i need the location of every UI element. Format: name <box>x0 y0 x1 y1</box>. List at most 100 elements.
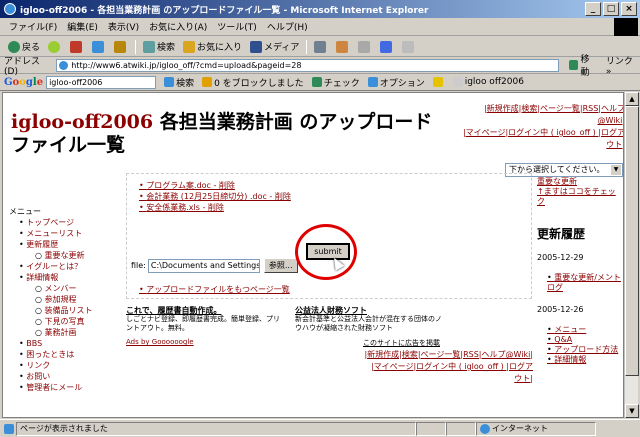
file-item[interactable]: プログラム案.doc - 削除 <box>139 180 291 191</box>
left-menu-subitem[interactable]: 参加規程 <box>9 294 121 305</box>
home-button[interactable] <box>110 40 132 53</box>
left-menu-item[interactable]: メニューリスト <box>9 228 121 239</box>
home-icon <box>114 40 127 53</box>
address-input[interactable]: http://www6.atwiki.jp/igloo_off/?cmd=upl… <box>56 58 559 72</box>
ad-title[interactable]: 公益法人財務ソフト <box>295 306 445 315</box>
left-menu-item[interactable]: お問い <box>9 371 121 382</box>
bottom-nav-line2[interactable]: |マイページ|ログイン中 ( igloo_off ) |ログアウト| <box>363 361 533 385</box>
stop-button[interactable] <box>66 40 88 53</box>
left-menu-header: メニュー <box>9 207 41 216</box>
chevron-down-icon[interactable]: ▼ <box>610 164 622 176</box>
left-menu-item[interactable]: トップページ <box>9 217 121 228</box>
history-item[interactable]: アップロード方法 <box>537 345 623 355</box>
ad-body: 新会計基準と公益法人会計が混在する団体のノウハウが凝縮された財務ソフト <box>295 315 442 332</box>
history-date: 2005-12-29 <box>537 253 584 262</box>
minimize-button[interactable]: _ <box>585 2 601 16</box>
file-path-input[interactable]: C:\Documents and Settings <box>147 258 260 273</box>
search-button[interactable]: 検索 <box>139 40 179 53</box>
close-button[interactable]: × <box>621 2 637 16</box>
left-menu-subitem[interactable]: 業務計画 <box>9 327 121 338</box>
back-label: 戻る <box>22 43 41 53</box>
zone-pane: インターネット <box>476 421 596 436</box>
left-menu-item[interactable]: BBS <box>9 338 121 349</box>
history-item[interactable]: 重要な更新/メントログ <box>537 273 623 293</box>
page-icon <box>4 423 14 434</box>
check-here-link[interactable]: ↑ますはココをチェック <box>537 187 623 207</box>
history-item[interactable]: メニュー <box>537 325 623 335</box>
file-item[interactable]: 会計業務 (12月25日締切分) .doc - 削除 <box>139 191 291 202</box>
options-button[interactable]: オプション <box>364 76 429 89</box>
left-menu-item[interactable]: 詳細情報 <box>9 272 121 283</box>
file-item[interactable]: 安全係業務.xls - 削除 <box>139 202 291 213</box>
history-item[interactable]: 詳細情報 <box>537 355 623 365</box>
print-button[interactable] <box>354 40 376 53</box>
mail-button[interactable] <box>332 40 354 53</box>
spellcheck-button[interactable]: チェック <box>308 76 364 89</box>
upload-form: file: C:\Documents and Settings 参照... <box>131 258 298 273</box>
left-menu-subitem[interactable]: メンバー <box>9 283 121 294</box>
scroll-up-icon[interactable]: ▲ <box>625 92 639 106</box>
browse-button[interactable]: 参照... <box>263 258 298 273</box>
top-nav-line1[interactable]: |新規作成|検索|ページ一覧|RSS|ヘルプ@Wiki| <box>459 103 623 127</box>
favorites-label: お気に入り <box>197 43 243 53</box>
scroll-thumb[interactable] <box>625 106 639 376</box>
history-button[interactable] <box>310 40 332 53</box>
left-menu-item[interactable]: リンク <box>9 360 121 371</box>
menu-tools[interactable]: ツール(T) <box>212 20 262 33</box>
maximize-button[interactable]: □ <box>603 2 619 16</box>
ad-block-1: これで、履歴書自動作成。 しごとナビ登録、即履歴書完成。簡単登録、プリントアウト… <box>126 306 286 333</box>
ads-by-google-link[interactable]: Ads by Goooooogle <box>126 338 194 346</box>
ie-icon <box>4 3 16 15</box>
vertical-scrollbar[interactable]: ▲ ▼ <box>624 92 639 418</box>
back-button[interactable]: 戻る <box>4 40 44 53</box>
left-menu-subitem[interactable]: 下見の写真 <box>9 316 121 327</box>
check-label: チェック <box>323 78 360 89</box>
discuss-button[interactable] <box>398 40 420 53</box>
site-brand[interactable]: igloo-off2006 <box>11 111 153 133</box>
upload-pages-link[interactable]: アップロードファイルをもつページ一覧 <box>139 284 290 295</box>
update-history-heading: 更新履歴 <box>537 227 586 241</box>
status-text: ページが表示されました <box>16 421 416 436</box>
menu-file[interactable]: ファイル(F) <box>4 20 62 33</box>
scroll-down-icon[interactable]: ▼ <box>625 404 639 418</box>
favorites-button[interactable]: お気に入り <box>179 40 246 53</box>
page-viewport: igloo-off2006 各担当業務計画 のアップロードファイル一覧 |新規作… <box>2 92 624 418</box>
menu-view[interactable]: 表示(V) <box>103 20 144 33</box>
submit-button[interactable]: submit <box>306 243 350 260</box>
left-menu-subitem[interactable]: 重要な更新 <box>9 250 121 261</box>
file-list: プログラム案.doc - 削除 会計業務 (12月25日締切分) .doc - … <box>139 180 291 213</box>
history-item[interactable]: Q&A <box>537 335 623 345</box>
edit-button[interactable] <box>376 40 398 53</box>
ad-title[interactable]: これで、履歴書自動作成。 <box>126 306 286 315</box>
ad-block-2: 公益法人財務ソフト 新会計基準と公益法人会計が混在する団体のノウハウが凝縮された… <box>295 306 445 333</box>
forward-button[interactable] <box>44 40 66 53</box>
address-bar: アドレス(D) http://www6.atwiki.jp/igloo_off/… <box>0 55 640 78</box>
refresh-button[interactable] <box>88 40 110 53</box>
highlight-button[interactable] <box>429 77 449 87</box>
left-menu-item[interactable]: 困ったときは <box>9 349 121 360</box>
page-title: igloo-off2006 各担当業務計画 のアップロードファイル一覧 <box>11 111 451 157</box>
google-toolbar: Google igloo-off2006 検索 0 をブロックしました チェック… <box>0 74 640 91</box>
options-label: オプション <box>379 78 425 89</box>
ad-placement-link[interactable]: このサイトに広告を掲載 <box>363 338 440 348</box>
bottom-nav-line1[interactable]: |新規作成|検索|ページ一覧|RSS|ヘルプ@Wiki| <box>363 349 533 361</box>
forward-arrow-icon <box>48 40 61 53</box>
popup-blocked[interactable]: 0 をブロックしました <box>198 76 308 89</box>
menu-edit[interactable]: 編集(E) <box>62 20 103 33</box>
top-nav-line2[interactable]: |マイページ|ログイン中 ( igloo_off ) |ログアウト| <box>459 127 623 151</box>
menu-favorites[interactable]: お気に入り(A) <box>144 20 212 33</box>
google-search-input[interactable]: igloo-off2006 <box>46 75 157 89</box>
search-icon <box>143 40 156 53</box>
google-logo[interactable]: Google <box>4 77 43 88</box>
important-updates-link[interactable]: 重要な更新 <box>537 177 623 187</box>
left-menu-subitem[interactable]: 装備品リスト <box>9 305 121 316</box>
top-navigation: |新規作成|検索|ページ一覧|RSS|ヘルプ@Wiki| |マイページ|ログイン… <box>459 103 623 151</box>
google-search-button[interactable]: 検索 <box>160 76 198 89</box>
left-menu-item[interactable]: イグルーとは？ <box>9 261 121 272</box>
menu-help[interactable]: ヘルプ(H) <box>262 20 313 33</box>
left-menu-item[interactable]: 更新履歴 <box>9 239 121 250</box>
media-button[interactable]: メディア <box>246 40 303 53</box>
left-menu-item[interactable]: 管理者にメール <box>9 382 121 393</box>
media-icon <box>250 40 263 53</box>
google-tab[interactable]: igloo off2006 <box>449 77 528 87</box>
